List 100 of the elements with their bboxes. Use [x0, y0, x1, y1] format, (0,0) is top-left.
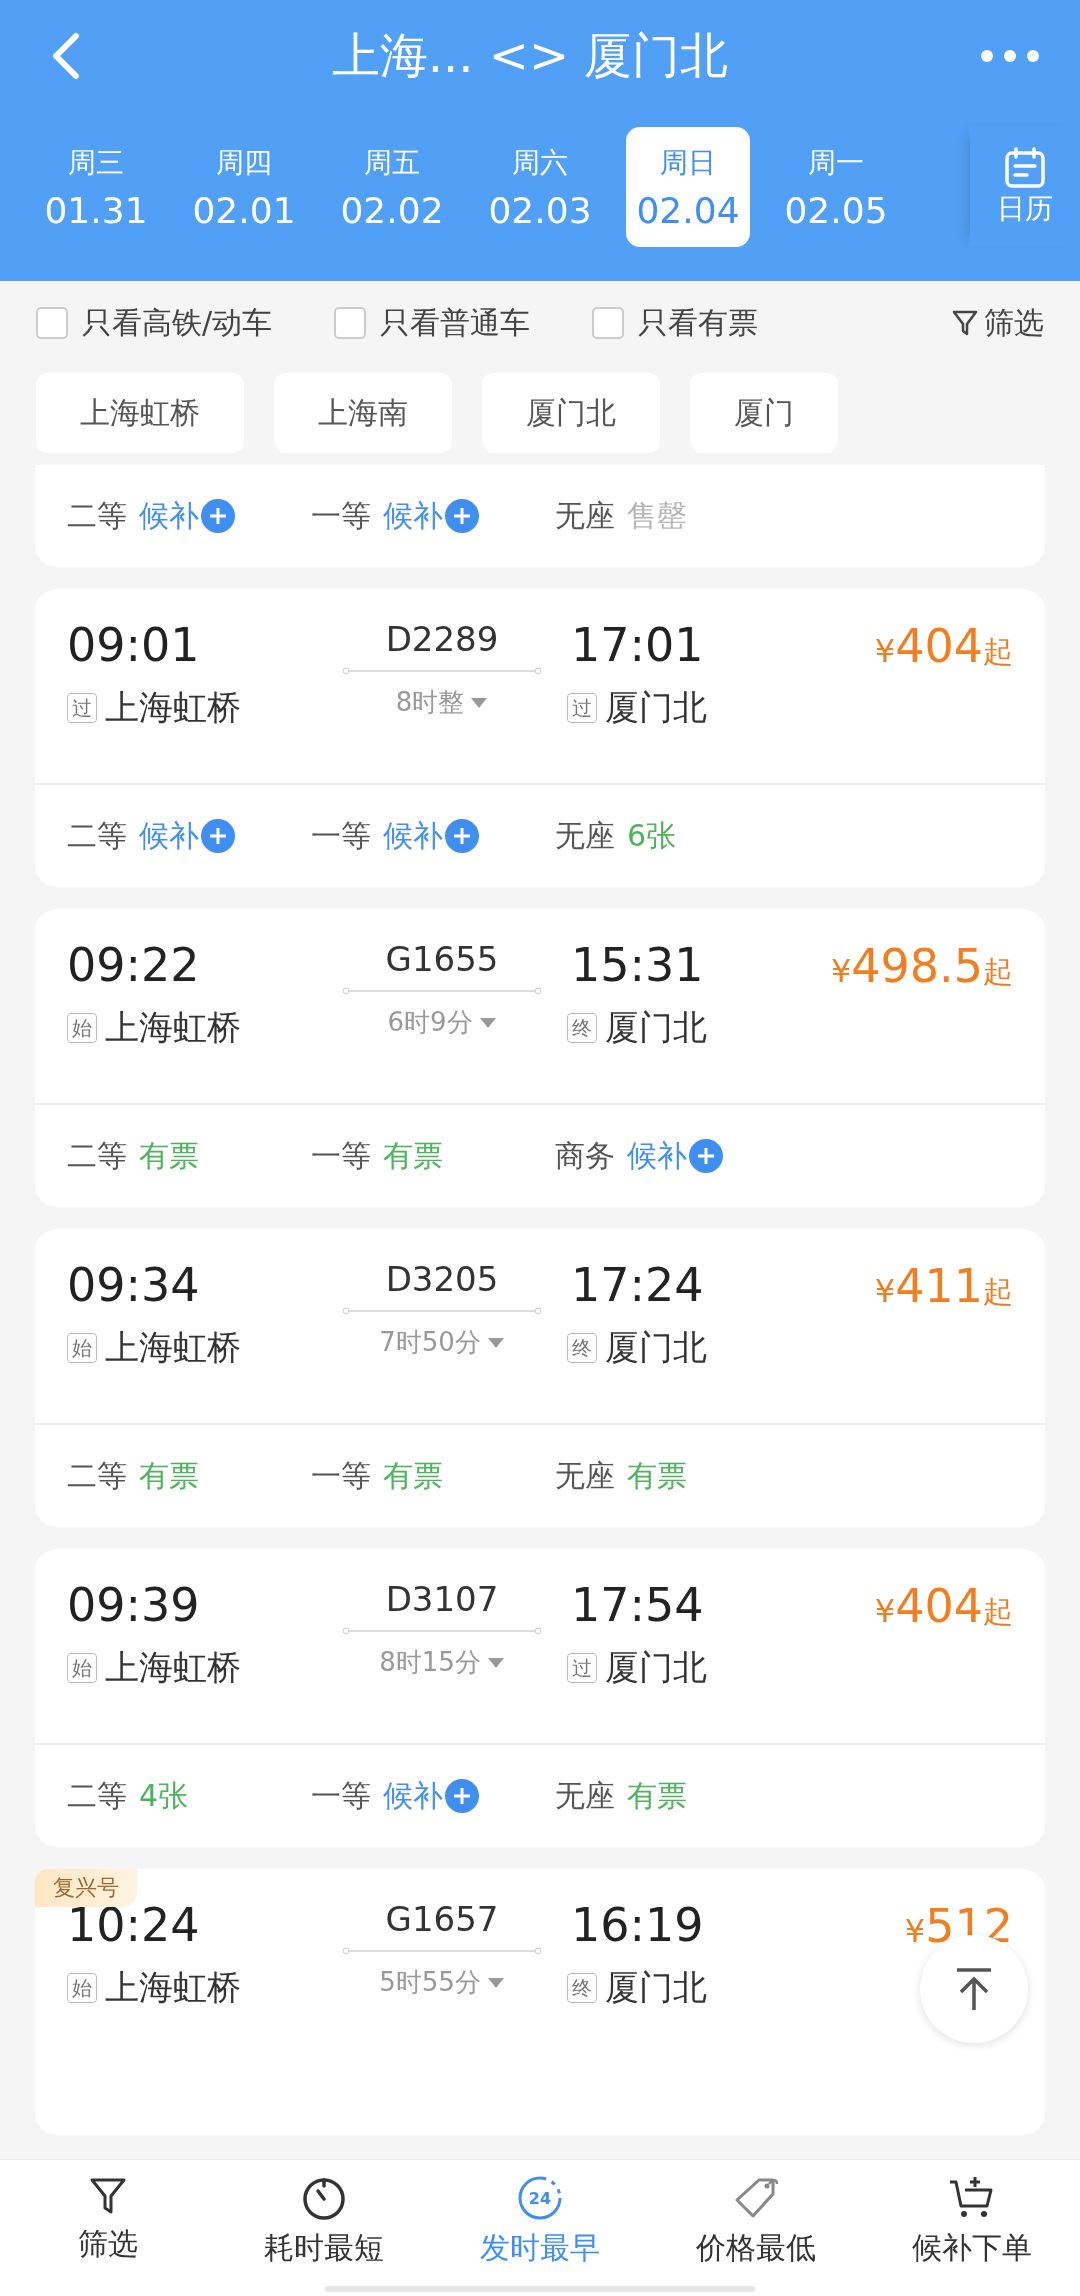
departure-station: 上海虹桥 [105, 1006, 241, 1049]
arrival-station: 厦门北 [605, 1966, 707, 2009]
seat-availability: 候补 [627, 1136, 687, 1175]
departure-time: 09:34 [67, 1257, 201, 1314]
train-number: G1657 [385, 1898, 499, 1941]
price: ¥498.5起 [829, 938, 1013, 995]
filter-button[interactable]: 筛选 [952, 302, 1044, 344]
price: ¥404起 [873, 1578, 1013, 1635]
dropdown-icon [486, 1656, 505, 1669]
plus-icon[interactable] [689, 1139, 723, 1173]
station-chip[interactable]: 厦门北 [482, 373, 660, 453]
nav-tab[interactable]: 耗时最短 [216, 2160, 432, 2296]
route-title: 上海... <> 厦门北 [331, 26, 729, 85]
station-tag: 始 [67, 1333, 97, 1363]
seat-availability: 有票 [139, 1456, 199, 1495]
dropdown-icon [486, 1336, 505, 1349]
seat-class: 商务 [555, 1136, 615, 1175]
train-number: D2289 [385, 618, 499, 661]
station-tag: 过 [567, 693, 597, 723]
seat-class: 无座 [555, 816, 615, 855]
station-chip[interactable]: 上海虹桥 [36, 373, 244, 453]
arrival-time: 17:54 [570, 1577, 705, 1634]
seat-class: 二等 [67, 496, 127, 535]
price: ¥411起 [873, 1258, 1013, 1315]
seat-class: 一等 [311, 1456, 371, 1495]
train-card[interactable]: 09:01 过 上海虹桥 D2289 8时整 17:01 过 厦门北 ¥404起 二等 候补 一等 候补 无座 6张 [35, 589, 1045, 887]
seat-class: 一等 [311, 1776, 371, 1815]
station-chip[interactable]: 厦门 [690, 373, 838, 453]
seat-availability: 售罄 [627, 496, 687, 535]
nav-tab[interactable]: 候补下单 [864, 2160, 1080, 2296]
arrival-station: 厦门北 [605, 1646, 707, 1689]
train-card[interactable]: 09:22 始 上海虹桥 G1655 6时9分 15:31 终 厦门北 ¥498.5起 二等 有票 一等 有票 商务 候补 [35, 909, 1045, 1207]
seat-class: 无座 [555, 1456, 615, 1495]
seat-class: 二等 [67, 816, 127, 855]
station-tag: 过 [67, 693, 97, 723]
departure-time: 09:01 [67, 617, 201, 674]
plus-icon[interactable] [445, 819, 479, 853]
train-number: D3107 [385, 1578, 499, 1621]
train-card[interactable]: 二等 候补 一等 候补 无座 售罄 [35, 465, 1045, 567]
seat-availability: 有票 [139, 1136, 199, 1175]
back-icon[interactable] [50, 32, 80, 80]
station-chip[interactable]: 上海南 [274, 373, 452, 453]
dropdown-icon [470, 696, 489, 709]
seat-class: 无座 [555, 496, 615, 535]
clock-icon: 24 [516, 2174, 564, 2222]
departure-station: 上海虹桥 [105, 1646, 241, 1689]
station-tag: 始 [67, 1013, 97, 1043]
seat-class: 无座 [555, 1776, 615, 1815]
departure-time: 09:22 [67, 937, 201, 994]
seat-availability: 候补 [383, 1776, 443, 1815]
departure-station: 上海虹桥 [105, 686, 241, 729]
station-tag: 终 [567, 1973, 597, 2003]
nav-tab[interactable]: 价格最低 [648, 2160, 864, 2296]
price: ¥404起 [873, 618, 1013, 675]
filter-checkbox[interactable]: 只看高铁/动车 [36, 302, 273, 344]
seat-class: 一等 [311, 1136, 371, 1175]
filter-checkbox[interactable]: 只看普通车 [334, 302, 531, 344]
arrival-time: 17:01 [570, 617, 705, 674]
seat-availability: 有票 [627, 1456, 687, 1495]
arrival-time: 15:31 [570, 937, 705, 994]
seat-class: 二等 [67, 1456, 127, 1495]
train-card[interactable]: 09:34 始 上海虹桥 D3205 7时50分 17:24 终 厦门北 ¥411起 二等 有票 一等 有票 无座 有票 [35, 1229, 1045, 1527]
seat-class: 二等 [67, 1776, 127, 1815]
seat-class: 一等 [311, 816, 371, 855]
plus-icon[interactable] [445, 1779, 479, 1813]
more-icon[interactable] [980, 49, 1040, 63]
station-tag: 终 [567, 1013, 597, 1043]
arrival-station: 厦门北 [605, 1006, 707, 1049]
seat-availability: 候补 [139, 816, 199, 855]
seat-class: 二等 [67, 1136, 127, 1175]
filter-checkbox[interactable]: 只看有票 [592, 302, 759, 344]
departure-time: 09:39 [67, 1577, 201, 1634]
nav-tab[interactable]: 筛选 [0, 2160, 216, 2296]
train-card[interactable]: 09:39 始 上海虹桥 D3107 8时15分 17:54 过 厦门北 ¥404起 二等 4张 一等 候补 无座 有票 [35, 1549, 1045, 1847]
seat-class: 一等 [311, 496, 371, 535]
seat-availability: 6张 [627, 816, 677, 855]
calendar-icon [1003, 146, 1047, 190]
arrival-time: 17:24 [570, 1257, 705, 1314]
plus-icon[interactable] [445, 499, 479, 533]
train-number: G1655 [385, 938, 499, 981]
seat-availability: 有票 [383, 1136, 443, 1175]
train-type-badge: 复兴号 [35, 1869, 137, 1907]
filter-icon [952, 309, 978, 337]
station-tag: 始 [67, 1653, 97, 1683]
seat-availability: 4张 [139, 1776, 189, 1815]
plus-icon[interactable] [201, 499, 235, 533]
seat-availability: 有票 [627, 1776, 687, 1815]
arrival-time: 16:19 [570, 1897, 705, 1954]
station-tag: 过 [567, 1653, 597, 1683]
arrival-station: 厦门北 [605, 686, 707, 729]
train-number: D3205 [385, 1258, 499, 1301]
station-tag: 终 [567, 1333, 597, 1363]
dropdown-icon [486, 1976, 505, 1989]
dropdown-icon [478, 1016, 497, 1029]
seat-availability: 候补 [383, 496, 443, 535]
seat-availability: 候补 [139, 496, 199, 535]
plus-icon[interactable] [201, 819, 235, 853]
departure-station: 上海虹桥 [105, 1966, 241, 2009]
station-tag: 始 [67, 1973, 97, 2003]
seat-availability: 有票 [383, 1456, 443, 1495]
